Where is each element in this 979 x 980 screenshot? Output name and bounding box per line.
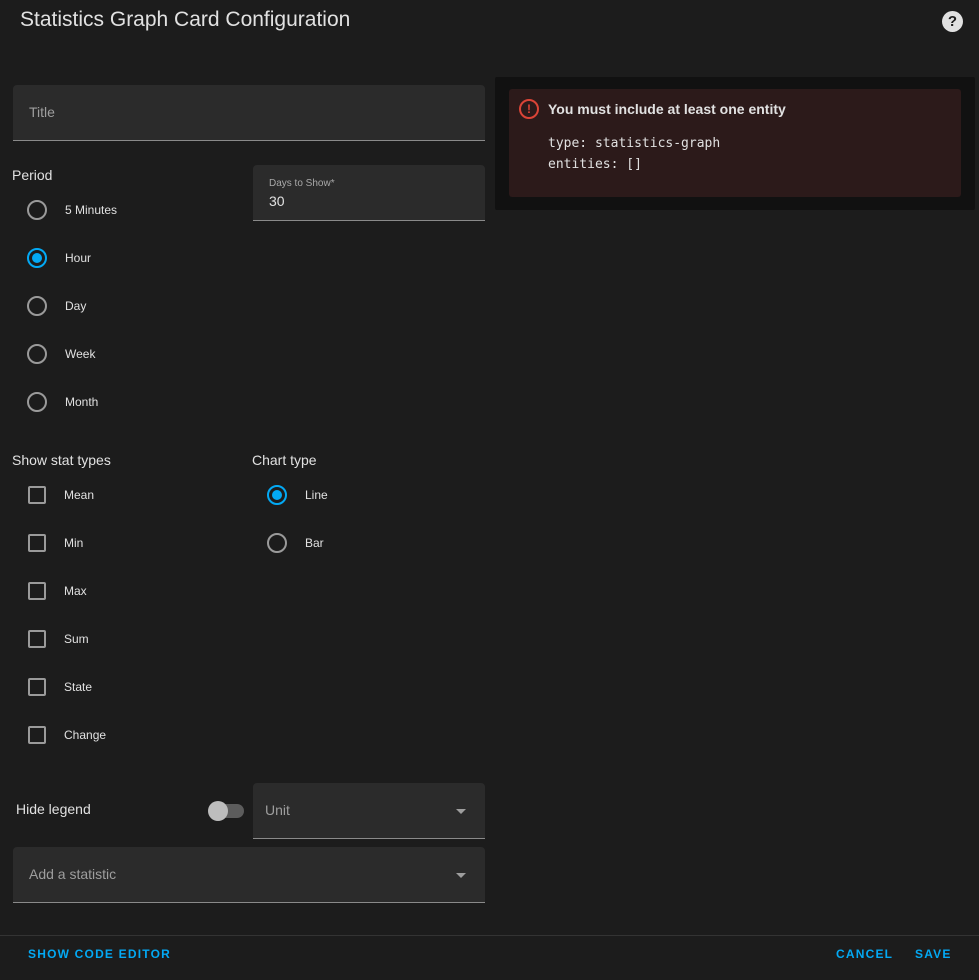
period-option-week[interactable]: Week <box>27 342 95 366</box>
radio-icon[interactable] <box>27 344 47 364</box>
title-input-placeholder: Title <box>29 104 55 120</box>
dialog-title: Statistics Graph Card Configuration <box>20 8 351 31</box>
period-option-day[interactable]: Day <box>27 294 86 318</box>
hide-legend-label: Hide legend <box>16 801 91 817</box>
period-option-label: Day <box>65 299 87 313</box>
card-preview: ! You must include at least one entity t… <box>495 77 975 210</box>
radio-icon[interactable] <box>27 296 47 316</box>
cancel-button[interactable]: Cancel <box>836 947 893 961</box>
checkbox-icon[interactable] <box>28 582 46 600</box>
unit-placeholder: Unit <box>265 802 290 818</box>
period-option-label: Month <box>65 395 99 409</box>
checkbox-icon[interactable] <box>28 678 46 696</box>
stat-type-min[interactable]: Min <box>28 531 83 555</box>
checkbox-icon[interactable] <box>28 486 46 504</box>
error-code-line: type: statistics-graph <box>548 136 721 151</box>
unit-select[interactable]: Unit <box>253 783 485 839</box>
save-button[interactable]: Save <box>915 947 952 961</box>
period-label: Period <box>12 167 53 183</box>
stat-type-label: Sum <box>64 632 89 646</box>
stat-type-label: Change <box>64 728 107 742</box>
checkbox-icon[interactable] <box>28 726 46 744</box>
add-statistic-placeholder: Add a statistic <box>29 866 117 882</box>
days-to-show-input[interactable]: Days to Show* 30 <box>253 165 485 221</box>
dropdown-arrow-icon[interactable] <box>456 809 466 814</box>
chart-type-option-label: Line <box>305 488 328 502</box>
radio-icon[interactable] <box>27 392 47 412</box>
stat-types-label: Show stat types <box>12 452 111 468</box>
period-option-label: 5 Minutes <box>65 203 118 217</box>
period-option-5-minutes[interactable]: 5 Minutes <box>27 198 117 222</box>
stat-type-change[interactable]: Change <box>28 723 106 747</box>
hide-legend-switch[interactable] <box>208 801 246 821</box>
period-option-label: Hour <box>65 251 92 265</box>
stat-type-max[interactable]: Max <box>28 579 87 603</box>
chart-type-option-line[interactable]: Line <box>267 483 328 507</box>
chart-type-option-bar[interactable]: Bar <box>267 531 324 555</box>
checkbox-icon[interactable] <box>28 630 46 648</box>
stat-type-label: Min <box>64 536 84 550</box>
radio-checked-icon[interactable] <box>267 485 287 505</box>
error-card: ! You must include at least one entity t… <box>509 89 961 197</box>
title-input[interactable]: Title <box>13 85 485 141</box>
period-option-label: Week <box>65 347 96 361</box>
help-icon[interactable]: ? <box>942 11 963 32</box>
days-to-show-value[interactable]: 30 <box>269 193 285 209</box>
radio-icon[interactable] <box>27 200 47 220</box>
stat-type-state[interactable]: State <box>28 675 92 699</box>
days-to-show-label: Days to Show* <box>269 178 335 189</box>
error-code-line: entities: [] <box>548 157 642 172</box>
stat-type-mean[interactable]: Mean <box>28 483 94 507</box>
show-code-editor-button[interactable]: Show code editor <box>28 947 171 961</box>
footer-divider <box>0 935 979 936</box>
stat-type-sum[interactable]: Sum <box>28 627 89 651</box>
error-title: You must include at least one entity <box>548 101 786 117</box>
radio-checked-icon[interactable] <box>27 248 47 268</box>
add-statistic-select[interactable]: Add a statistic <box>13 847 485 903</box>
period-option-month[interactable]: Month <box>27 390 98 414</box>
radio-icon[interactable] <box>267 533 287 553</box>
alert-circle-icon: ! <box>519 99 539 119</box>
switch-thumb[interactable] <box>208 801 228 821</box>
stat-type-label: Max <box>64 584 87 598</box>
period-option-hour[interactable]: Hour <box>27 246 91 270</box>
chart-type-option-label: Bar <box>305 536 324 550</box>
chart-type-label: Chart type <box>252 452 317 468</box>
checkbox-icon[interactable] <box>28 534 46 552</box>
dropdown-arrow-icon[interactable] <box>456 873 466 878</box>
stat-type-label: State <box>64 680 93 694</box>
stat-type-label: Mean <box>64 488 95 502</box>
